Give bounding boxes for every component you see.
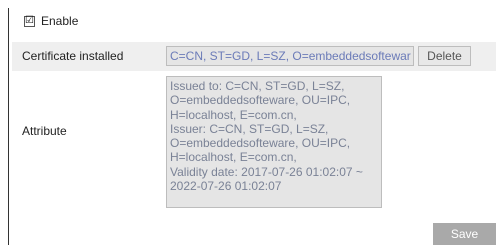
- attribute-line: 2022-07-26 01:02:07: [170, 179, 282, 194]
- attribute-textarea[interactable]: Issued to: C=CN, ST=GD, L=SZ, O=embedded…: [166, 76, 382, 208]
- delete-button[interactable]: Delete: [418, 46, 471, 66]
- attribute-line: H=localhost, E=com.cn,: [170, 107, 297, 122]
- left-border: [8, 8, 9, 245]
- attribute-line: O=embeddedsofteware, OU=IPC,: [170, 136, 351, 151]
- save-button[interactable]: Save: [433, 223, 496, 245]
- enable-label: Enable: [41, 14, 79, 28]
- attribute-line: Validity date: 2017-07-26 01:02:07 ~: [170, 164, 363, 179]
- enable-checkbox[interactable]: ☑: [24, 15, 35, 27]
- certificate-row: Certificate installed C=CN, ST=GD, L=SZ,…: [12, 42, 496, 71]
- attribute-line: H=localhost, E=com.cn,: [170, 150, 297, 165]
- attribute-line: Issued to: C=CN, ST=GD, L=SZ,: [170, 79, 345, 93]
- attribute-line: Issuer: C=CN, ST=GD, L=SZ,: [170, 121, 329, 136]
- certificate-field[interactable]: C=CN, ST=GD, L=SZ, O=embeddedsoftewar: [166, 46, 414, 66]
- certificate-label: Certificate installed: [22, 49, 124, 63]
- attribute-line: O=embeddedsofteware, OU=IPC,: [170, 93, 351, 108]
- attribute-label: Attribute: [22, 124, 67, 138]
- enable-checkbox-row[interactable]: ☑ Enable: [24, 12, 78, 30]
